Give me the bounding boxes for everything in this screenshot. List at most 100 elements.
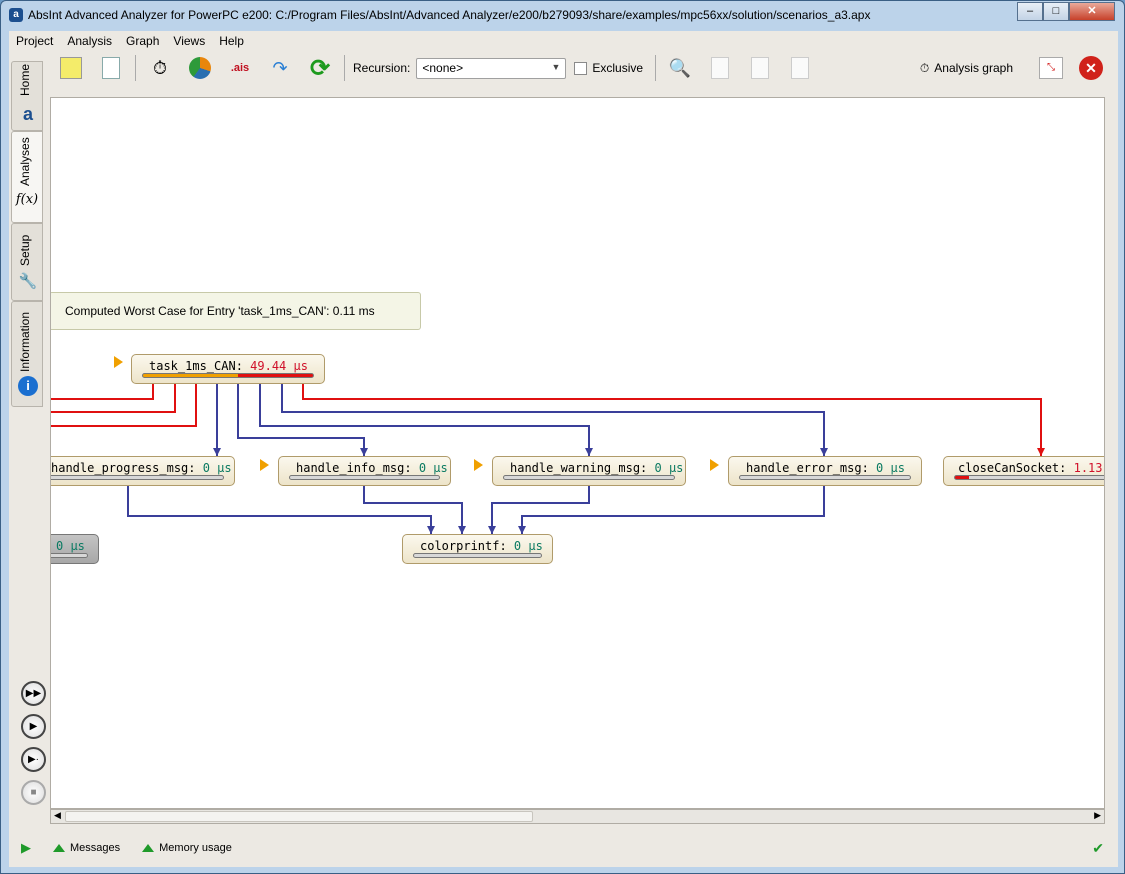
call-edge (127, 485, 432, 534)
layout-vertical-icon[interactable] (706, 54, 734, 82)
info-icon: i (18, 376, 38, 396)
edge-arrowhead (820, 448, 828, 456)
messages-toggle-icon (53, 844, 65, 852)
menu-views[interactable]: Views (166, 34, 212, 48)
run-button[interactable]: ▶ (21, 714, 46, 739)
node-label: colorprintf: (420, 539, 514, 553)
edge-arrowhead (488, 526, 496, 534)
list-view-icon[interactable] (97, 54, 125, 82)
step-into-icon[interactable]: ↷ (266, 54, 294, 82)
node-handle_error_msg[interactable]: handle_error_msg: 0 µs (728, 456, 922, 486)
node-label: handle_info_msg: (296, 461, 419, 475)
messages-button[interactable]: Messages (70, 842, 120, 854)
node-value: 0 µs (876, 461, 905, 475)
toolbar-separator (655, 55, 657, 81)
a3-logo-icon: a (22, 104, 33, 124)
memory-toggle-icon (142, 844, 155, 852)
app-logo-icon: a (9, 8, 23, 22)
zoom-search-icon[interactable]: 🔍 (666, 54, 694, 82)
pie-chart-icon[interactable] (186, 54, 214, 82)
call-graph-icon[interactable] (57, 54, 85, 82)
tab-setup[interactable]: Setup 🔧 (11, 223, 43, 301)
analysis-graph-button[interactable]: Analysis graph (934, 61, 1013, 75)
menu-bar: Project Analysis Graph Views Help (9, 31, 251, 51)
entry-arrow-icon (710, 459, 719, 471)
fullscreen-icon[interactable]: ⤡ (1037, 54, 1065, 82)
scroll-left-icon[interactable]: ◀ (54, 810, 61, 821)
run-step-button[interactable]: ▶· (21, 747, 46, 772)
analysis-graph-icon[interactable]: ⏱ (920, 61, 929, 76)
scrollbar-thumb[interactable] (65, 811, 533, 822)
toolbar-separator (135, 55, 136, 81)
memory-usage-button[interactable]: Memory usage (159, 842, 232, 854)
graph-canvas[interactable]: Computed Worst Case for Entry 'task_1ms_… (50, 97, 1105, 809)
recursion-select[interactable]: <none> ▼ (416, 57, 567, 79)
play-icon[interactable]: ▶ (21, 840, 31, 856)
menu-project[interactable]: Project (9, 34, 60, 48)
node-label: handle_error_msg: (746, 461, 877, 475)
node-time-bar (413, 553, 542, 558)
node-value: 0 µs (654, 461, 684, 475)
horizontal-scrollbar[interactable]: ◀ ▶ (50, 809, 1105, 824)
edge-arrowhead (427, 526, 435, 534)
call-edge (363, 485, 463, 534)
menu-analysis[interactable]: Analysis (60, 34, 119, 48)
exclusive-checkbox[interactable] (574, 61, 588, 75)
wrench-icon: 🔧 (18, 273, 38, 290)
toolbar: ⏱ .ais ↷ ⟳ Recursion: <none> ▼ Exclusive … (51, 51, 1111, 85)
edges-layer (51, 382, 1045, 534)
edge-arrowhead (585, 448, 593, 456)
maximize-button[interactable]: □ (1043, 2, 1069, 21)
refresh-icon[interactable]: ⟳ (306, 54, 334, 82)
minimize-button[interactable]: – (1017, 2, 1043, 21)
menu-help[interactable]: Help (212, 34, 251, 48)
call-edge (302, 382, 1042, 456)
node-value: 1.13 (1073, 461, 1103, 475)
edge-arrowhead (360, 448, 368, 456)
close-window-button[interactable]: ✕ (1069, 2, 1115, 21)
node-label: handle_progress_msg: (51, 461, 203, 475)
edge-arrowhead (458, 526, 466, 534)
run-all-button[interactable]: ▶▶ (21, 681, 46, 706)
stop-button[interactable]: ■ (21, 780, 46, 805)
call-edge (51, 382, 176, 413)
node-time-bar (142, 373, 314, 378)
call-edge (237, 382, 365, 456)
entry-arrow-icon (260, 459, 269, 471)
exclusive-label: Exclusive (592, 61, 644, 75)
scroll-right-icon[interactable]: ▶ (1094, 810, 1101, 821)
stopwatch-icon[interactable]: ⏱ (146, 54, 174, 82)
node-collapsed[interactable]: 0 µs (51, 534, 99, 564)
status-ok-icon: ✔ (1092, 839, 1104, 856)
node-value: 0 µs (418, 461, 448, 475)
node-handle_progress_msg[interactable]: handle_progress_msg: 0 µs (51, 456, 235, 486)
tab-information-label: Information (18, 311, 32, 372)
status-bar: ▶ Messages Memory usage ✔ (9, 837, 1118, 859)
edge-arrowhead (518, 526, 526, 534)
tab-information[interactable]: Information i (11, 301, 43, 407)
node-handle_warning_msg[interactable]: handle_warning_msg: 0 µs (492, 456, 686, 486)
node-time-bar (51, 553, 88, 558)
node-time-bar (954, 475, 1104, 480)
toolbar-separator (344, 55, 345, 81)
node-label: handle_warning_msg: (510, 461, 655, 475)
node-time-bar (51, 475, 224, 480)
node-value: 0 µs (202, 461, 232, 475)
node-value: 0 µs (56, 539, 85, 553)
tab-home[interactable]: Home a (11, 61, 43, 131)
close-view-icon[interactable]: ✕ (1077, 54, 1105, 82)
node-closeCanSocket[interactable]: closeCanSocket: 1.13 (943, 456, 1104, 486)
tab-analyses[interactable]: Analyses f(x) (11, 131, 43, 223)
layout-horizontal-icon[interactable] (746, 54, 774, 82)
call-edge (491, 485, 590, 534)
node-task_1ms_CAN[interactable]: task_1ms_CAN: 49.44 µs (131, 354, 325, 384)
menu-graph[interactable]: Graph (119, 34, 166, 48)
window-title: AbsInt Advanced Analyzer for PowerPC e20… (28, 8, 871, 22)
layout-center-icon[interactable] (786, 54, 814, 82)
chevron-down-icon: ▼ (551, 61, 561, 72)
recursion-value: <none> (422, 61, 464, 75)
ais-file-icon[interactable]: .ais (226, 54, 254, 82)
node-value: 49.44 µs (250, 359, 308, 373)
node-colorprintf[interactable]: colorprintf: 0 µs (402, 534, 553, 564)
node-handle_info_msg[interactable]: handle_info_msg: 0 µs (278, 456, 451, 486)
